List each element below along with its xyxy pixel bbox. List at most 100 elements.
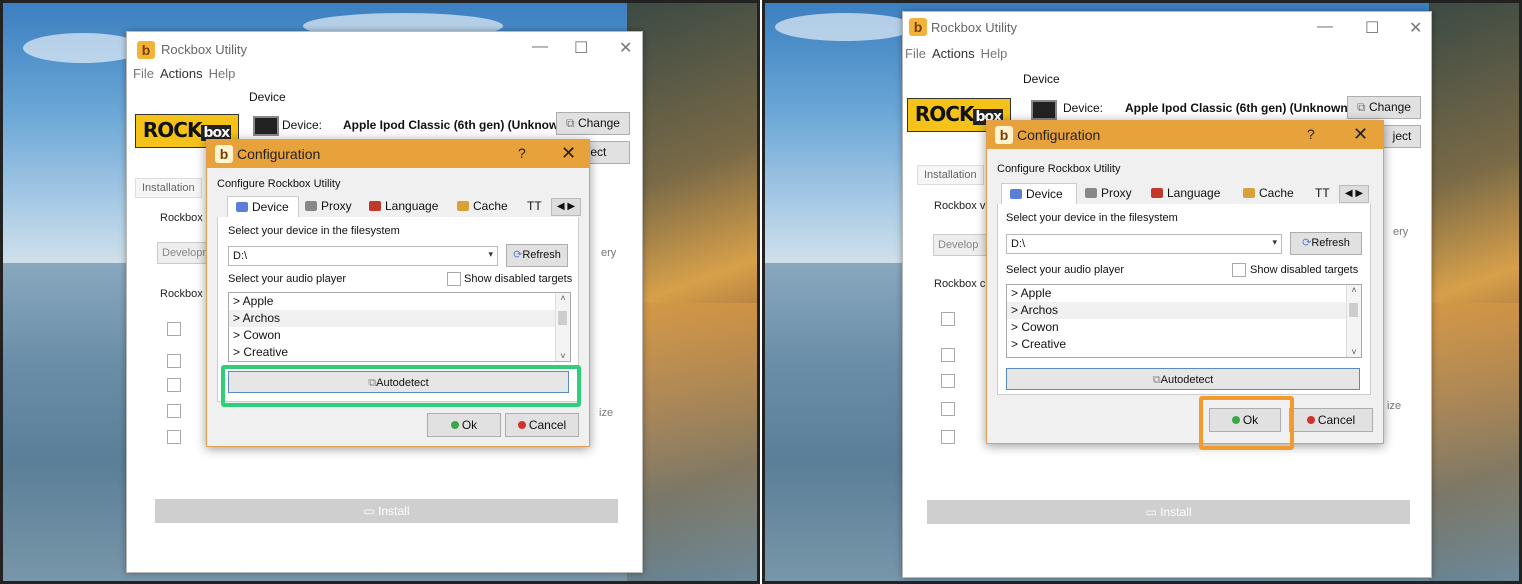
- eject-button[interactable]: ject: [1383, 125, 1421, 148]
- autodetect-icon: ⧉: [1152, 374, 1161, 386]
- tab-tts[interactable]: TT: [527, 196, 553, 217]
- scroll-down-icon[interactable]: ˅: [556, 351, 570, 361]
- tab-cache[interactable]: Cache: [1243, 183, 1309, 204]
- close-button[interactable]: ✕: [1409, 18, 1422, 38]
- list-item[interactable]: > Creative: [1007, 336, 1361, 353]
- tab-device[interactable]: Device: [1001, 183, 1077, 205]
- show-disabled-checkbox[interactable]: [447, 272, 461, 286]
- minimize-button[interactable]: —: [1317, 18, 1333, 36]
- list-scrollbar[interactable]: ˄ ˅: [1346, 285, 1361, 357]
- device-tab-icon: [236, 202, 248, 212]
- component-checkbox[interactable]: [941, 430, 955, 444]
- menu-file[interactable]: File: [133, 66, 154, 81]
- rockbox-version-label: Rockbox v: [934, 200, 986, 212]
- refresh-button[interactable]: ⟳Refresh: [1290, 232, 1362, 255]
- menu-file[interactable]: File: [905, 46, 926, 61]
- player-list[interactable]: > Apple > Archos > Cowon > Creative ˄ ˅: [1006, 284, 1362, 358]
- component-checkbox[interactable]: [167, 404, 181, 418]
- maximize-button[interactable]: ☐: [574, 38, 588, 58]
- dialog-close-button[interactable]: ✕: [1353, 124, 1368, 145]
- flag-icon: [369, 201, 381, 211]
- component-checkbox[interactable]: [167, 322, 181, 336]
- scroll-thumb[interactable]: [1349, 303, 1358, 317]
- list-item[interactable]: > Apple: [1007, 285, 1361, 302]
- install-button[interactable]: ▭ Install: [927, 500, 1410, 524]
- rockbox-components-label: Rockbox c: [934, 278, 986, 290]
- device-group-title: Device: [1023, 72, 1060, 86]
- tab-tts[interactable]: TT: [1315, 183, 1341, 204]
- scroll-thumb[interactable]: [558, 311, 567, 325]
- tab-device[interactable]: Device: [227, 196, 299, 218]
- device-icon: [1031, 100, 1057, 120]
- scroll-up-icon[interactable]: ˄: [1347, 285, 1361, 297]
- scroll-up-icon[interactable]: ˄: [556, 293, 570, 305]
- show-disabled-checkbox[interactable]: [1232, 263, 1246, 277]
- refresh-button[interactable]: ⟳Refresh: [506, 244, 568, 267]
- player-list[interactable]: > Apple > Archos > Cowon > Creative ˄ ˅: [228, 292, 571, 362]
- component-checkbox[interactable]: [167, 378, 181, 392]
- screenshot-panel-right: b Rockbox Utility — ☐ ✕ File Actions Help …: [762, 0, 1522, 584]
- tab-scroll-arrows[interactable]: ◀ ▶: [551, 198, 581, 216]
- ok-highlight: [1199, 396, 1294, 450]
- device-path-combo[interactable]: D:\ ▾: [1006, 234, 1282, 254]
- list-item[interactable]: > Archos: [229, 310, 570, 327]
- rockbox-app-icon: b: [215, 145, 233, 163]
- cancel-button[interactable]: Cancel: [505, 413, 579, 437]
- refresh-icon: ⟳: [1302, 237, 1312, 249]
- list-item[interactable]: > Cowon: [229, 327, 570, 344]
- help-button[interactable]: ?: [1307, 126, 1315, 142]
- ghost-text: ery: [1393, 226, 1409, 238]
- change-button[interactable]: ⧉ Change: [556, 112, 630, 135]
- development-combo[interactable]: Develop: [933, 234, 987, 256]
- scroll-down-icon[interactable]: ˅: [1347, 347, 1361, 357]
- minimize-button[interactable]: —: [532, 38, 548, 56]
- list-scrollbar[interactable]: ˄ ˅: [555, 293, 570, 361]
- list-item[interactable]: > Cowon: [1007, 319, 1361, 336]
- menu-help[interactable]: Help: [209, 66, 236, 81]
- list-item[interactable]: > Creative: [229, 344, 570, 361]
- install-button[interactable]: ▭ Install: [155, 499, 618, 523]
- tab-cache[interactable]: Cache: [457, 196, 521, 217]
- menu-actions[interactable]: Actions: [932, 46, 975, 61]
- cache-icon: [457, 201, 469, 211]
- device-path-combo[interactable]: D:\ ▾: [228, 246, 498, 266]
- dialog-subtitle: Configure Rockbox Utility: [217, 178, 341, 190]
- screenshot-panel-left: b Rockbox Utility — ☐ ✕ File Actions Help …: [0, 0, 760, 584]
- dialog-close-button[interactable]: ✕: [561, 143, 576, 164]
- select-player-label: Select your audio player: [228, 273, 347, 285]
- tab-installation[interactable]: Installation: [135, 178, 202, 198]
- tab-language[interactable]: Language: [1151, 183, 1237, 204]
- rockbox-app-icon: b: [137, 41, 155, 59]
- component-checkbox[interactable]: [167, 430, 181, 444]
- component-checkbox[interactable]: [941, 312, 955, 326]
- select-device-label: Select your device in the filesystem: [1006, 212, 1178, 224]
- tab-proxy[interactable]: Proxy: [305, 196, 365, 217]
- menu-help[interactable]: Help: [981, 46, 1008, 61]
- device-tab-icon: [1010, 189, 1022, 199]
- autodetect-button[interactable]: ⧉Autodetect: [1006, 368, 1360, 390]
- window-title: Rockbox Utility: [931, 20, 1017, 35]
- tab-proxy[interactable]: Proxy: [1085, 183, 1145, 204]
- close-button[interactable]: ✕: [619, 38, 632, 58]
- component-checkbox[interactable]: [941, 348, 955, 362]
- tab-language[interactable]: Language: [369, 196, 453, 217]
- component-checkbox[interactable]: [167, 354, 181, 368]
- ok-icon: [450, 421, 459, 429]
- device-label: Device:: [1063, 101, 1104, 115]
- cancel-icon: [1306, 416, 1315, 424]
- list-item[interactable]: > Archos: [1007, 302, 1361, 319]
- tab-scroll-arrows[interactable]: ◀ ▶: [1339, 185, 1369, 203]
- ok-button[interactable]: Ok: [427, 413, 501, 437]
- component-checkbox[interactable]: [941, 374, 955, 388]
- maximize-button[interactable]: ☐: [1365, 18, 1379, 38]
- cache-icon: [1243, 188, 1255, 198]
- show-disabled-label: Show disabled targets: [1250, 264, 1359, 276]
- component-checkbox[interactable]: [941, 402, 955, 416]
- cancel-button[interactable]: Cancel: [1289, 408, 1373, 432]
- tab-installation[interactable]: Installation: [917, 165, 984, 185]
- change-button[interactable]: ⧉ Change: [1347, 96, 1421, 119]
- list-item[interactable]: > Apple: [229, 293, 570, 310]
- select-device-label: Select your device in the filesystem: [228, 225, 400, 237]
- menu-actions[interactable]: Actions: [160, 66, 203, 81]
- help-button[interactable]: ?: [518, 145, 526, 161]
